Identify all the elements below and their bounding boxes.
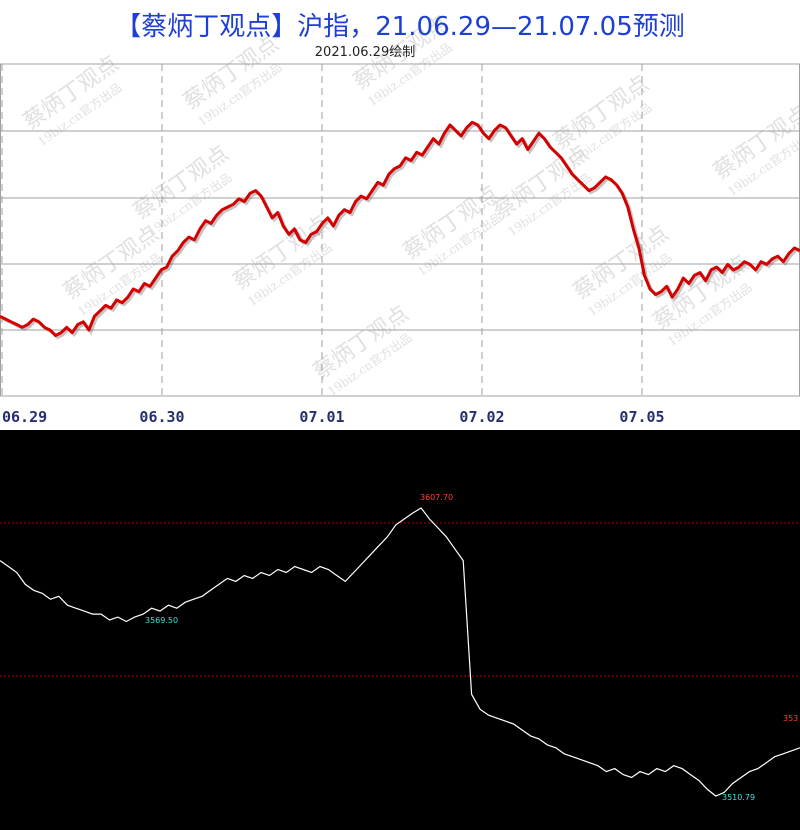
low-label-1: 3569.50 <box>145 616 178 625</box>
intraday-chart-panel: 3607.70 3569.50 3510.79 353 <box>0 430 800 830</box>
low-label-2: 3510.79 <box>722 793 755 802</box>
watermark: 蔡炳丁观点19biz.cn官方出品 <box>489 141 595 239</box>
watermark: 蔡炳丁观点19biz.cn官方出品 <box>309 301 415 399</box>
intraday-line <box>0 507 800 797</box>
x-tick-label: 07.05 <box>619 408 664 426</box>
watermark: 蔡炳丁观点19biz.cn官方出品 <box>19 51 125 149</box>
x-tick-label: 07.01 <box>299 408 344 426</box>
x-tick-label: 06.30 <box>139 408 184 426</box>
chart-title: 【蔡炳丁观点】沪指，21.06.29—21.07.05预测 <box>115 12 685 42</box>
chart-subtitle: 2021.06.29绘制 <box>314 45 416 60</box>
forecast-chart: 蔡炳丁观点19biz.cn官方出品 蔡炳丁观点19biz.cn官方出品 蔡炳丁观点1… <box>0 11 800 426</box>
high-label: 3607.70 <box>420 493 453 502</box>
forecast-chart-panel: 蔡炳丁观点 19biz.cn官方出品 蔡炳丁观点 19biz.cn官方出品 蔡炳丁观点 1… <box>0 0 800 430</box>
x-tick-label: 07.02 <box>459 408 504 426</box>
x-tick-label: 06.29 <box>2 408 47 426</box>
intraday-chart: 3607.70 3569.50 3510.79 353 <box>0 493 800 802</box>
right-edge-label: 353 <box>783 714 798 723</box>
watermark: 蔡炳丁观点19biz.cn官方出品 <box>229 211 335 309</box>
watermark: 蔡炳丁观点19biz.cn官方出品 <box>709 101 800 199</box>
